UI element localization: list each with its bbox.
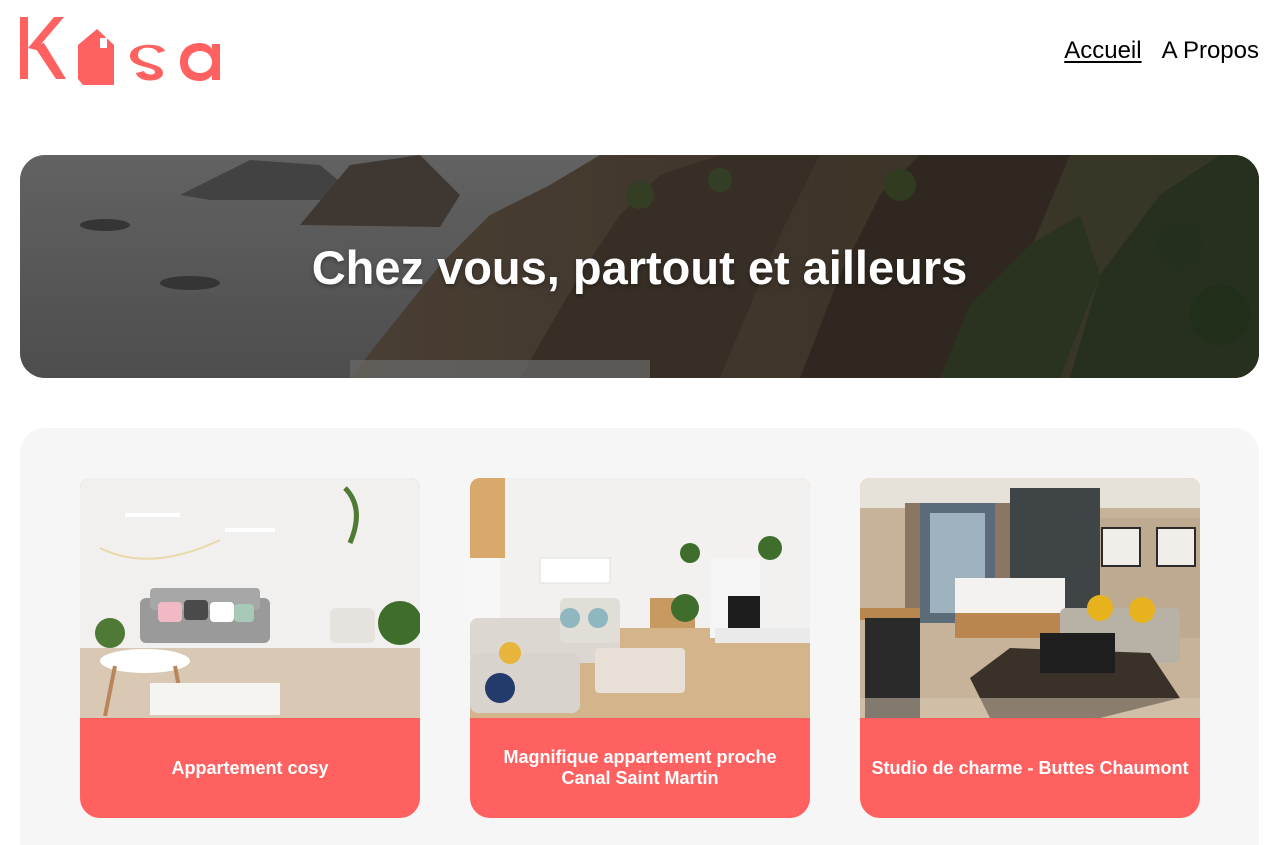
listing-title: Magnifique appartement proche Canal Sain… [503, 747, 777, 788]
main-nav: Accueil A Propos [1064, 37, 1259, 65]
listing-card[interactable]: Appartement cosy [80, 478, 420, 818]
listing-card[interactable]: Studio de charme - Buttes Chaumont [860, 478, 1200, 818]
page: Accueil A Propos Chez vous, partout et a… [0, 0, 1279, 845]
site-header: Accueil A Propos [20, 15, 1259, 85]
listing-photo [470, 478, 810, 718]
hero-banner: Chez vous, partout et ailleurs [20, 155, 1259, 378]
banner-title: Chez vous, partout et ailleurs [311, 241, 968, 294]
listing-title: Studio de charme - Buttes Chaumont [871, 757, 1189, 778]
listing-title: Appartement cosy [171, 757, 329, 778]
nav-link-accueil[interactable]: Accueil [1064, 37, 1141, 65]
kasa-logo[interactable] [20, 15, 232, 85]
listing-card[interactable]: Magnifique appartement proche Canal Sain… [470, 478, 810, 818]
listing-photo [860, 478, 1200, 718]
listings-gallery: Appartement cosy Magnifique appartement … [20, 428, 1259, 845]
nav-link-a-propos[interactable]: A Propos [1162, 37, 1259, 65]
listing-photo [80, 478, 420, 718]
